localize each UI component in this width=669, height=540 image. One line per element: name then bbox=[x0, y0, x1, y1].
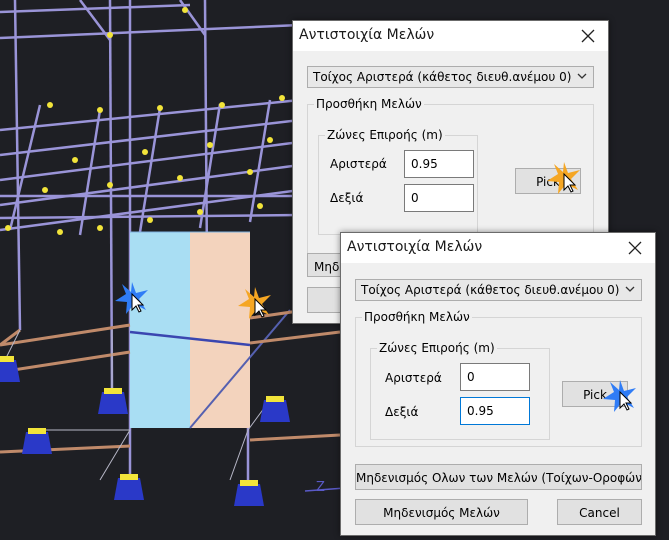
add-members-group: Προσθήκη Μελών Ζώνες Επιροής (m) Αριστερ… bbox=[355, 310, 642, 447]
dialog-title: Αντιστοιχία Μελών bbox=[347, 239, 483, 255]
zones-title: Ζώνες Επιροής (m) bbox=[325, 128, 445, 142]
reset-all-members-button[interactable]: Μηδενισμός Ολων των Μελών (Τοίχων-Οροφών… bbox=[355, 464, 642, 490]
left-zone-label: Αριστερά bbox=[385, 371, 442, 385]
wall-select[interactable]: Τοίχος Αριστερά (κάθετος διευθ.ανέμου 0) bbox=[307, 66, 594, 88]
cancel-button[interactable]: Cancel bbox=[557, 499, 642, 525]
click-burst-blue-icon bbox=[603, 380, 636, 412]
group-title: Προσθήκη Μελών bbox=[362, 310, 472, 324]
wall-select[interactable]: Τοίχος Αριστερά (κάθετος διευθ.ανέμου 0) bbox=[355, 279, 642, 301]
influence-zones-group: Ζώνες Επιροής (m) Αριστερά Δεξιά bbox=[318, 128, 478, 235]
dialog-titlebar: Αντιστοιχία Μελών bbox=[341, 233, 655, 263]
chevron-down-icon bbox=[577, 73, 587, 79]
click-burst-orange-icon bbox=[547, 162, 580, 194]
z-axis-label: Z bbox=[316, 480, 325, 495]
close-button[interactable] bbox=[615, 233, 655, 263]
dialog-title: Αντιστοιχία Μελών bbox=[299, 27, 435, 43]
group-title: Προσθήκη Μελών bbox=[314, 97, 424, 111]
right-zone-input[interactable] bbox=[404, 184, 474, 212]
zones-title: Ζώνες Επιροής (m) bbox=[377, 341, 497, 355]
close-icon bbox=[581, 29, 595, 43]
close-icon bbox=[628, 241, 642, 255]
dialog-titlebar: Αντιστοιχία Μελών bbox=[293, 21, 608, 51]
left-zone-label: Αριστερά bbox=[330, 157, 387, 171]
left-zone-input[interactable] bbox=[460, 363, 530, 391]
reset-members-button[interactable]: Μηδενισμός Μελών bbox=[355, 499, 528, 525]
close-button[interactable] bbox=[568, 21, 608, 51]
right-zone-input[interactable] bbox=[460, 397, 530, 425]
chevron-down-icon bbox=[625, 286, 635, 292]
left-zone-input[interactable] bbox=[404, 150, 474, 178]
influence-zones-group: Ζώνες Επιροής (m) Αριστερά Δεξιά bbox=[370, 341, 550, 440]
right-zone-label: Δεξιά bbox=[330, 191, 364, 205]
right-zone-label: Δεξιά bbox=[385, 405, 419, 419]
